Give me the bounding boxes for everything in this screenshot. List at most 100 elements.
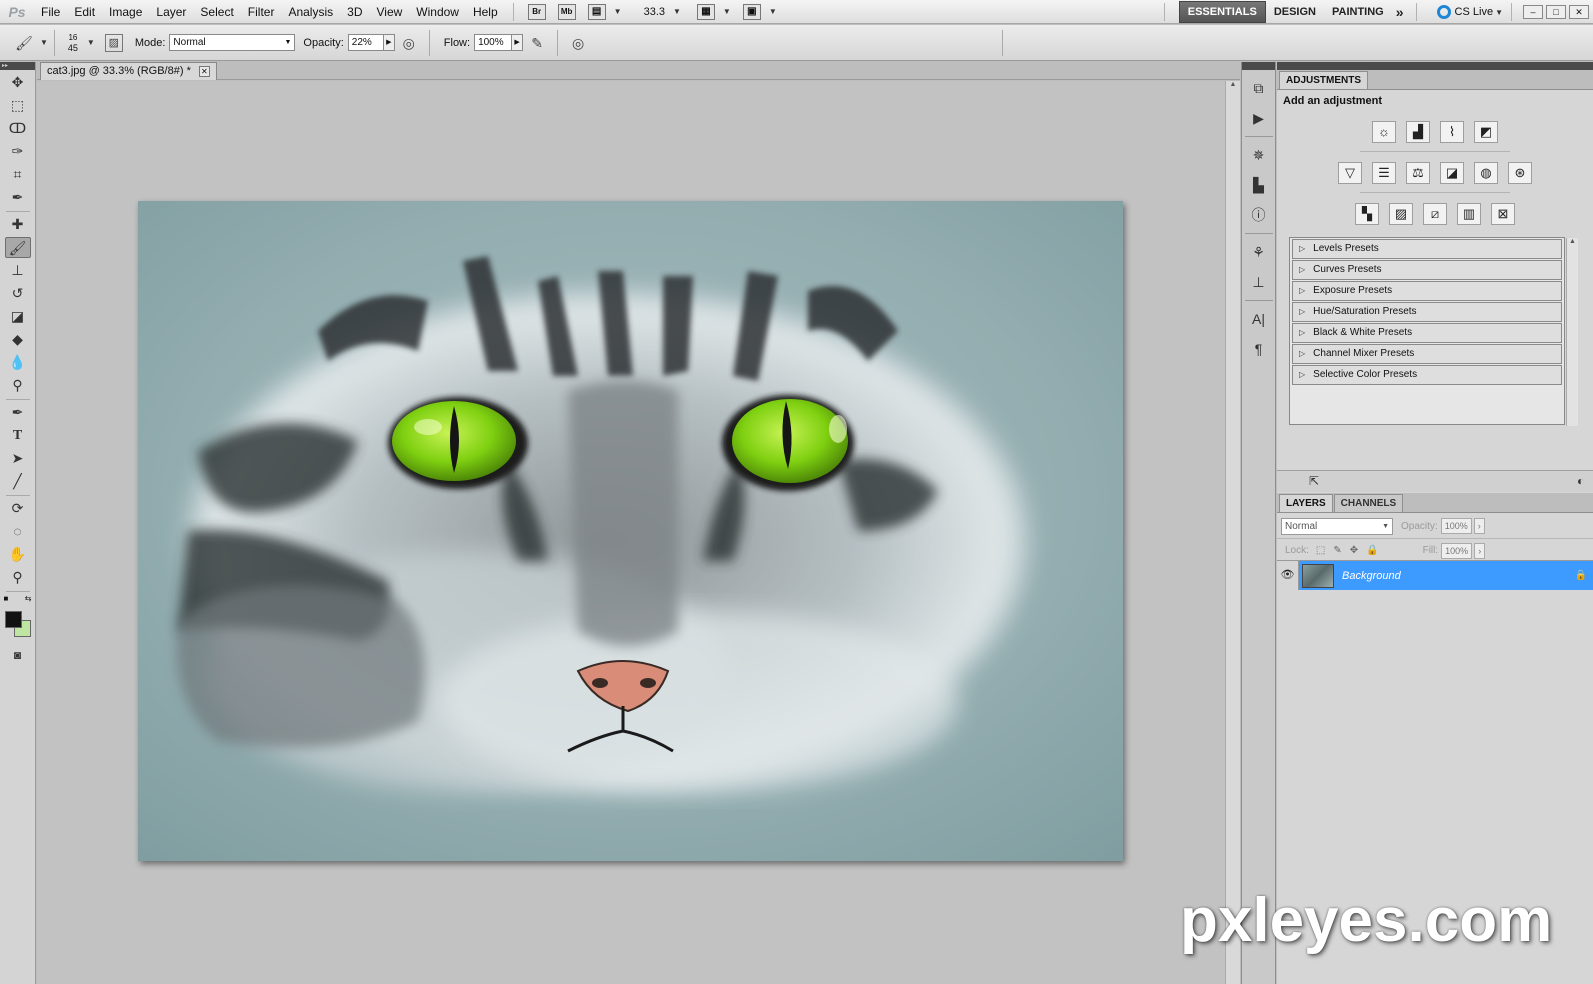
lock-all-icon[interactable]: 🔒 xyxy=(1366,545,1378,556)
hand-tool-icon[interactable]: ✋ xyxy=(5,544,31,565)
brushes-panel-icon[interactable]: ⚘ xyxy=(1246,240,1272,264)
zoom-level[interactable]: 33.3 xyxy=(644,6,665,18)
chevron-down-icon[interactable]: ▼ xyxy=(723,7,731,16)
eye-icon[interactable]: 👁 xyxy=(1277,561,1299,590)
brush-tool-preset-icon[interactable]: 🖌 xyxy=(14,33,34,53)
scroll-up-icon[interactable]: ▲ xyxy=(1567,238,1578,245)
marquee-tool-icon[interactable]: ⬚ xyxy=(5,95,31,116)
return-to-list-icon[interactable]: ⇱ xyxy=(1309,474,1319,488)
flow-input[interactable]: 100% xyxy=(474,34,513,51)
lasso-tool-icon[interactable]: ↀ xyxy=(5,118,31,139)
hue-saturation-icon[interactable]: ☰ xyxy=(1372,162,1396,184)
history-brush-tool-icon[interactable]: ↺ xyxy=(5,283,31,304)
layer-selected-area[interactable]: Background 🔒 xyxy=(1299,561,1593,590)
tab-channels[interactable]: CHANNELS xyxy=(1333,494,1404,512)
chevron-down-icon[interactable]: ▼ xyxy=(673,7,681,16)
eyedropper-tool-icon[interactable]: ✒ xyxy=(5,187,31,208)
clone-stamp-tool-icon[interactable]: ⊥ xyxy=(5,260,31,281)
preset-item[interactable]: ▷ Levels Presets xyxy=(1292,239,1562,259)
quick-mask-icon[interactable]: ◙ xyxy=(5,645,31,666)
preset-item[interactable]: ▷ Curves Presets xyxy=(1292,260,1562,280)
healing-brush-tool-icon[interactable]: ✚ xyxy=(5,214,31,235)
workspace-essentials[interactable]: ESSENTIALS xyxy=(1178,1,1266,23)
menu-layer[interactable]: Layer xyxy=(149,0,193,24)
chevron-down-icon[interactable]: ▼ xyxy=(614,7,622,16)
document-tab[interactable]: cat3.jpg @ 33.3% (RGB/8#) * ✕ xyxy=(40,62,217,80)
paragraph-panel-icon[interactable]: ¶ xyxy=(1246,337,1272,361)
workspace-painting[interactable]: PAINTING xyxy=(1324,2,1392,22)
menu-analysis[interactable]: Analysis xyxy=(281,0,340,24)
layer-row[interactable]: 👁 Background 🔒 xyxy=(1277,561,1593,590)
canvas-area[interactable] xyxy=(37,81,1225,984)
path-selection-tool-icon[interactable]: ➤ xyxy=(5,448,31,469)
more-workspaces-button[interactable]: » xyxy=(1392,2,1408,22)
flow-slider-toggle[interactable]: ▶ xyxy=(511,34,524,51)
fill-slider-toggle[interactable]: › xyxy=(1474,542,1486,559)
chevron-down-icon[interactable]: ▼ xyxy=(769,7,777,16)
clone-source-panel-icon[interactable]: ⊥ xyxy=(1246,270,1272,294)
chevron-down-icon[interactable]: ▼ xyxy=(40,38,48,47)
lock-image-pixels-icon[interactable]: ✎ xyxy=(1333,545,1341,556)
preset-item[interactable]: ▷ Exposure Presets xyxy=(1292,281,1562,301)
screen-mode-button[interactable]: ▣ xyxy=(742,3,761,20)
mini-bridge-button[interactable]: Mb xyxy=(557,3,576,20)
opacity-input[interactable]: 22% xyxy=(347,34,384,51)
history-panel-icon[interactable]: ⧉ xyxy=(1246,76,1272,100)
blur-tool-icon[interactable]: 💧 xyxy=(5,352,31,373)
move-tool-icon[interactable]: ✥ xyxy=(5,72,31,93)
canvas-vertical-scrollbar[interactable]: ▲ xyxy=(1225,81,1240,984)
lock-transparency-icon[interactable]: ⬚ xyxy=(1316,545,1325,556)
brush-preset-picker[interactable]: 16 45 xyxy=(61,33,85,53)
layer-opacity-input[interactable]: 100% xyxy=(1440,518,1472,534)
opacity-slider-toggle[interactable]: ▶ xyxy=(382,34,395,51)
blend-mode-select[interactable]: Normal ▼ xyxy=(1281,517,1393,535)
bridge-button[interactable]: Br xyxy=(527,3,546,20)
minimize-button[interactable]: – xyxy=(1523,5,1543,19)
menu-view[interactable]: View xyxy=(369,0,409,24)
close-document-icon[interactable]: ✕ xyxy=(198,66,210,77)
tablet-pressure-size-icon[interactable]: ◎ xyxy=(568,33,588,53)
panel-grip[interactable] xyxy=(1242,62,1275,70)
info-panel-icon[interactable]: ⓘ xyxy=(1246,203,1272,227)
scroll-up-icon[interactable]: ▲ xyxy=(1226,81,1240,88)
preset-item[interactable]: ▷ Selective Color Presets xyxy=(1292,365,1562,385)
menu-edit[interactable]: Edit xyxy=(67,0,102,24)
default-colors-icon[interactable]: ■ xyxy=(4,594,9,603)
menu-help[interactable]: Help xyxy=(466,0,505,24)
panel-grip[interactable]: ▸▸ xyxy=(0,62,35,70)
character-panel-icon[interactable]: A| xyxy=(1246,307,1272,331)
navigator-panel-icon[interactable]: ✵ xyxy=(1246,143,1272,167)
exposure-icon[interactable]: ◩ xyxy=(1474,121,1498,143)
airbrush-icon[interactable]: ✎ xyxy=(527,33,547,53)
arrange-documents-button[interactable]: ▦ xyxy=(696,3,715,20)
quick-selection-tool-icon[interactable]: ✑ xyxy=(5,141,31,162)
curves-icon[interactable]: ⌇ xyxy=(1440,121,1464,143)
workspace-design[interactable]: DESIGN xyxy=(1266,2,1324,22)
brush-tool-icon[interactable]: 🖌 xyxy=(4,237,31,258)
zoom-tool-icon[interactable]: ⚲ xyxy=(5,567,31,588)
vibrance-icon[interactable]: ▽ xyxy=(1338,162,1362,184)
tab-layers[interactable]: LAYERS xyxy=(1279,494,1333,512)
selective-color-icon[interactable]: ⊠ xyxy=(1491,203,1515,225)
lock-position-icon[interactable]: ✥ xyxy=(1350,545,1358,556)
3d-rotate-tool-icon[interactable]: ⟳ xyxy=(5,498,31,519)
preset-item[interactable]: ▷ Hue/Saturation Presets xyxy=(1292,302,1562,322)
preset-item[interactable]: ▷ Channel Mixer Presets xyxy=(1292,344,1562,364)
menu-image[interactable]: Image xyxy=(102,0,149,24)
black-white-icon[interactable]: ◪ xyxy=(1440,162,1464,184)
type-tool-icon[interactable]: T xyxy=(5,425,31,446)
invert-icon[interactable]: ▚ xyxy=(1355,203,1379,225)
pen-tool-icon[interactable]: ✒ xyxy=(5,402,31,423)
cat-painting-image[interactable] xyxy=(138,201,1123,861)
menu-window[interactable]: Window xyxy=(409,0,466,24)
menu-file[interactable]: File xyxy=(34,0,67,24)
tab-adjustments[interactable]: ADJUSTMENTS xyxy=(1279,71,1369,89)
channel-mixer-icon[interactable]: ⊛ xyxy=(1508,162,1532,184)
presets-scrollbar[interactable]: ▲ xyxy=(1566,238,1578,426)
cs-live-button[interactable]: CS Live ▼ xyxy=(1436,5,1503,19)
mode-select[interactable]: Normal ▼ xyxy=(169,34,296,51)
levels-icon[interactable]: ▟ xyxy=(1406,121,1430,143)
photo-filter-icon[interactable]: ◍ xyxy=(1474,162,1498,184)
layer-opacity-slider-toggle[interactable]: › xyxy=(1473,518,1485,534)
swap-colors-icon[interactable]: ⇆ xyxy=(25,594,32,603)
